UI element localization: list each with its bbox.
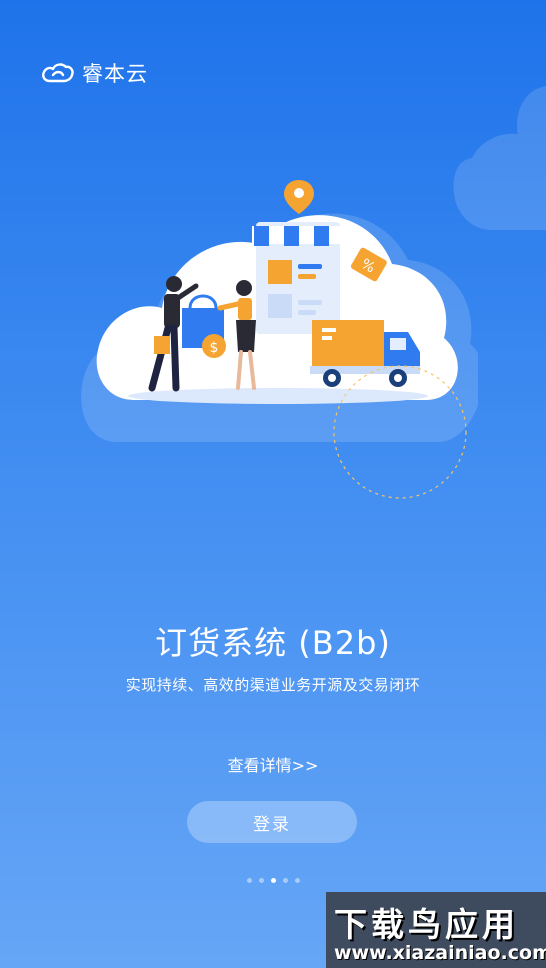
brand-name: 睿本云 [82, 62, 148, 86]
login-button[interactable]: 登录 [187, 801, 357, 843]
feature-title: 订货系统 (B2b) [155, 624, 391, 662]
pager-dots [0, 878, 546, 883]
svg-text:$: $ [210, 340, 219, 356]
hero-illustration: % $ [78, 160, 484, 500]
watermark: 下载鸟应用 www.xiazainiao.com [326, 892, 546, 968]
cloud-logo-icon [42, 63, 74, 83]
pager-dot[interactable] [258, 878, 264, 883]
pager-dot[interactable] [246, 878, 252, 883]
feature-subtitle: 实现持续、高效的渠道业务开源及交易闭环 [125, 676, 421, 694]
pager-dot[interactable] [294, 878, 300, 883]
view-details-link[interactable]: 查看详情>> [0, 752, 546, 776]
brand-logo: 睿本云 [40, 58, 148, 88]
watermark-title: 下载鸟应用 [334, 905, 519, 944]
pager-dot[interactable] [282, 878, 288, 883]
watermark-url: www.xiazainiao.com [334, 942, 546, 964]
pager-dot-active[interactable] [270, 878, 276, 883]
